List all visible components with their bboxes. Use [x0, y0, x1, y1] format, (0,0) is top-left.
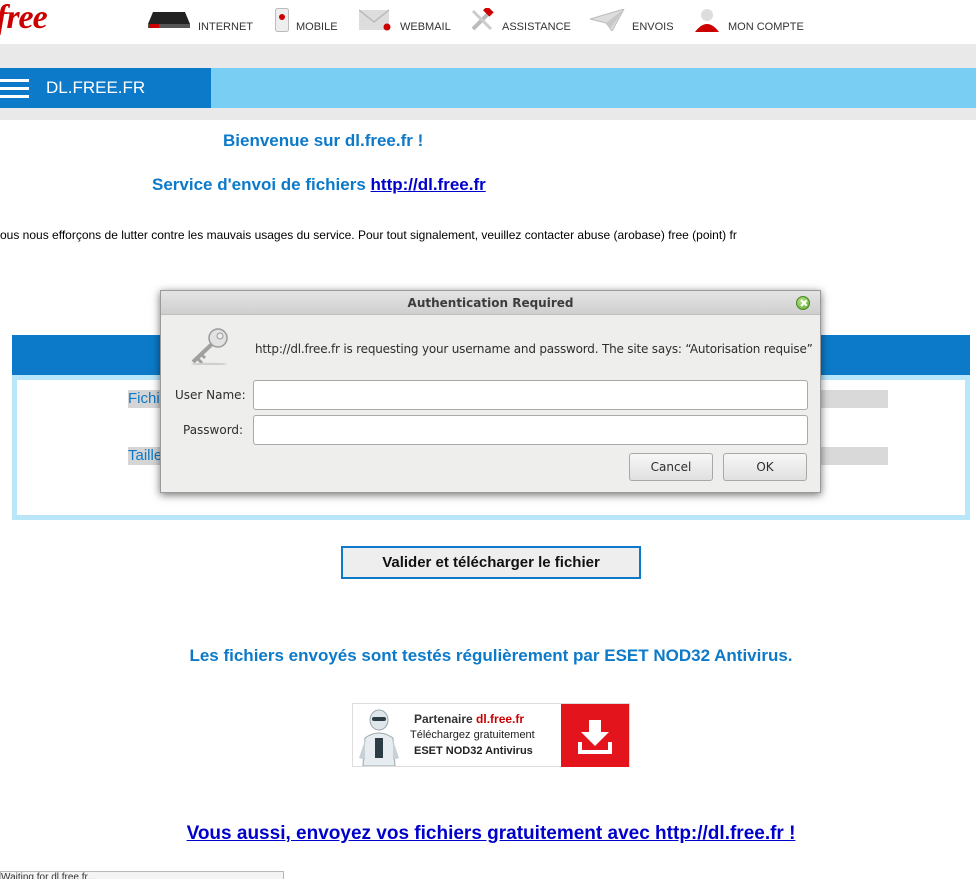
key-icon: [191, 328, 228, 365]
phone-icon: [275, 8, 289, 32]
tools-icon: [471, 8, 494, 31]
download-icon: [578, 720, 612, 754]
welcome-heading: Bienvenue sur dl.free.fr !: [223, 131, 424, 150]
nav-label-assistance: ASSISTANCE: [502, 21, 571, 33]
service-prefix: Service d'envoi de fichiers: [152, 175, 371, 194]
nav-label-mon-compte: MON COMPTE: [728, 21, 804, 33]
password-label: Password:: [183, 423, 244, 437]
close-icon[interactable]: [796, 296, 810, 310]
eset-partner-banner[interactable]: Partenaire dl.free.fr Téléchargez gratui…: [352, 703, 630, 767]
paper-plane-icon: [590, 9, 625, 31]
download-button[interactable]: [561, 704, 629, 767]
user-icon: [695, 9, 719, 32]
dialog-message: http://dl.free.fr is requesting your use…: [255, 342, 813, 356]
cancel-button[interactable]: Cancel: [629, 453, 713, 481]
submit-upload-button[interactable]: Valider et télécharger le fichier: [341, 546, 641, 579]
username-input[interactable]: [253, 380, 808, 410]
banner-line-2: Téléchargez gratuitement: [410, 729, 535, 741]
menu-line-icon: [0, 95, 29, 98]
banner-partner-line: Partenaire dl.free.fr: [414, 712, 524, 726]
band-separator: [0, 108, 976, 120]
password-input[interactable]: [253, 415, 808, 445]
eset-robot-icon: [359, 709, 399, 766]
username-label: User Name:: [175, 388, 246, 402]
header-separator: [0, 44, 976, 68]
nav-label-envois: ENVOIS: [632, 21, 674, 33]
dialog-title: Authentication Required: [161, 291, 820, 315]
auth-dialog: Authentication Required http://dl.free.f…: [160, 290, 821, 493]
free-logo[interactable]: free: [0, 0, 48, 37]
size-label: Taille: [128, 447, 163, 465]
eset-notice: Les fichiers envoyés sont testés réguliè…: [189, 646, 793, 665]
banner-partner-prefix: Partenaire: [414, 712, 477, 726]
box-icon: [148, 12, 190, 28]
top-header: free INTERNET MOBILE WEBMAIL ASSISTANCE: [0, 0, 976, 44]
nav-label-internet: INTERNET: [198, 21, 253, 33]
site-label[interactable]: DL.FREE.FR: [36, 68, 211, 108]
mail-icon: [359, 9, 391, 31]
service-heading: Service d'envoi de fichiers http://dl.fr…: [152, 175, 486, 195]
banner-line-3: ESET NOD32 Antivirus: [414, 745, 533, 757]
menu-line-icon: [0, 79, 29, 82]
nav-label-webmail: WEBMAIL: [400, 21, 451, 33]
menu-line-icon: [0, 87, 29, 90]
ok-button[interactable]: OK: [723, 453, 807, 481]
status-bar: Waiting for dl.free.fr...: [0, 871, 284, 879]
nav-label-mobile: MOBILE: [296, 21, 338, 33]
banner-partner-site: dl.free.fr: [476, 712, 525, 726]
bottom-promo-link[interactable]: Vous aussi, envoyez vos fichiers gratuit…: [0, 823, 976, 845]
site-band: DL.FREE.FR: [0, 68, 976, 108]
service-link[interactable]: http://dl.free.fr: [371, 175, 486, 194]
abuse-notice: ous nous efforçons de lutter contre les …: [0, 228, 737, 242]
hamburger-menu-button[interactable]: [0, 68, 36, 108]
